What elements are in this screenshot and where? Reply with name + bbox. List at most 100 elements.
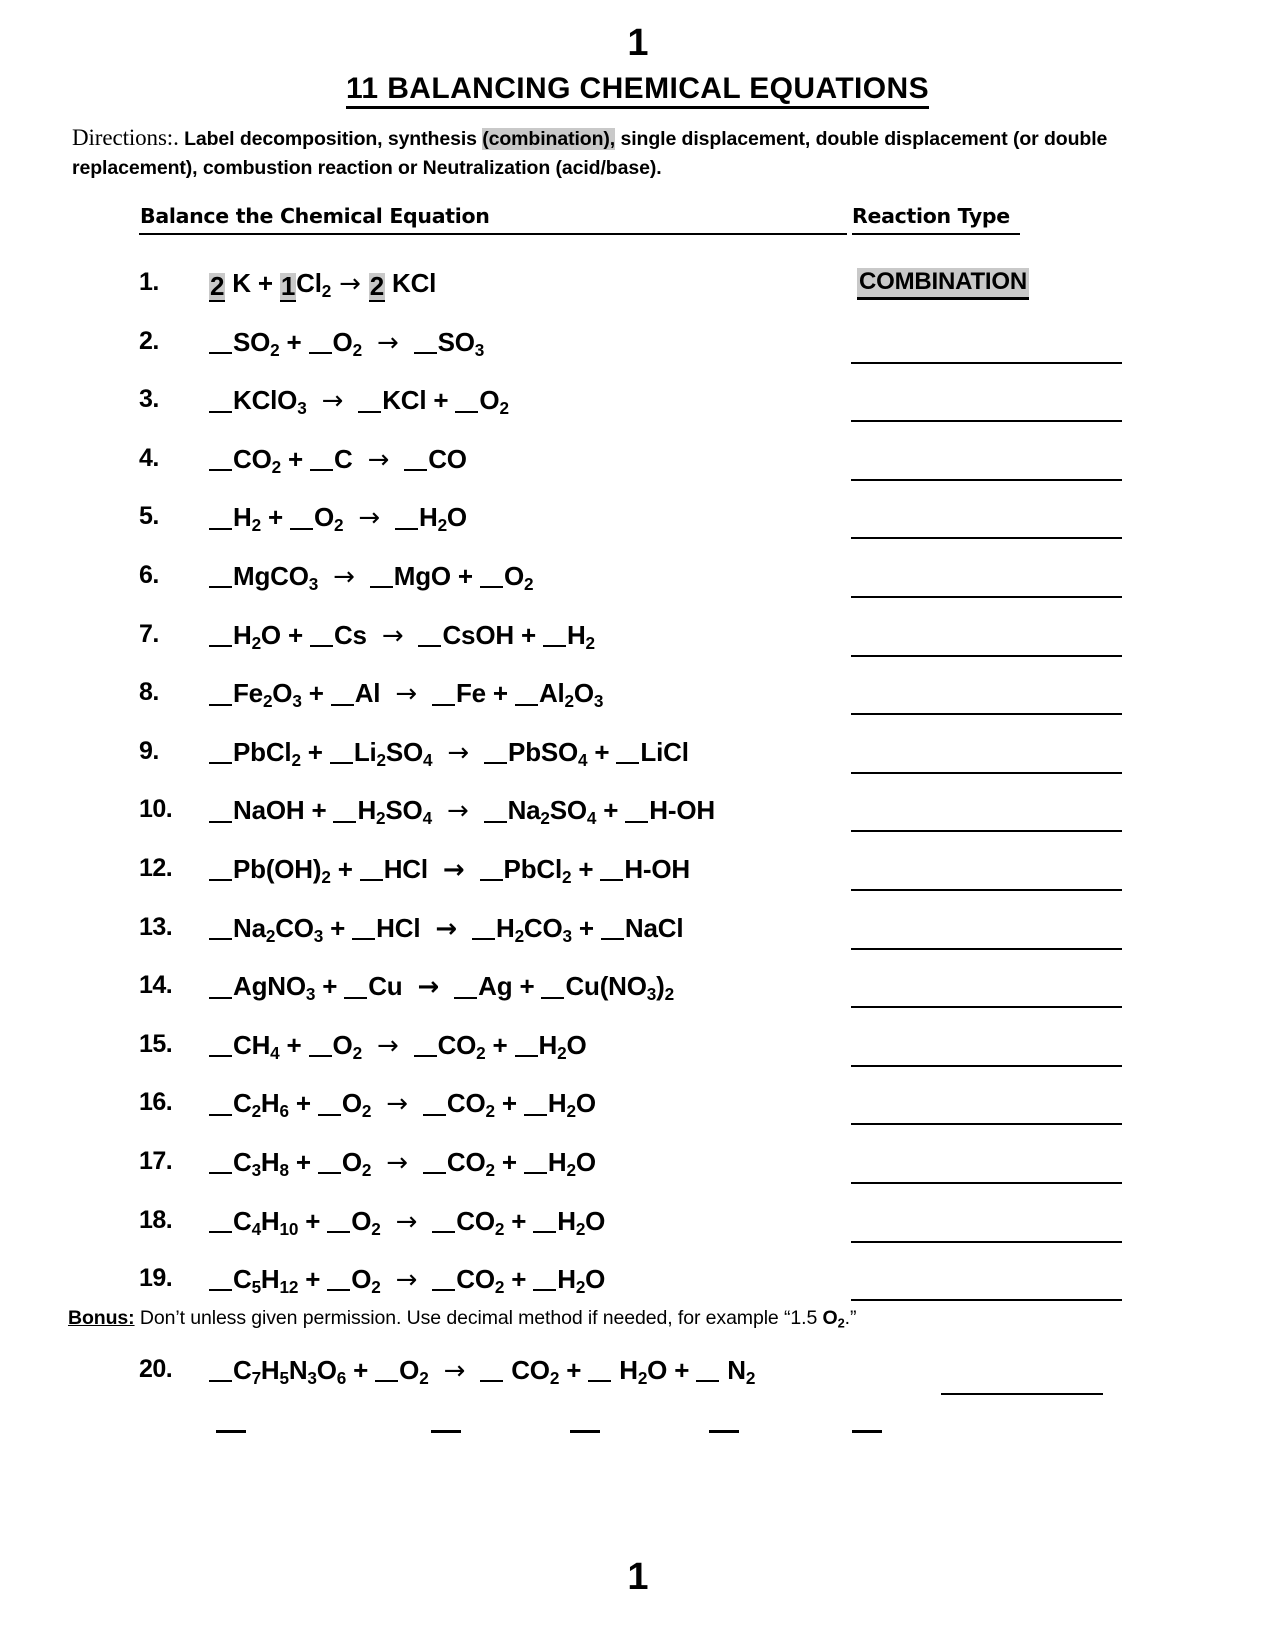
coefficient-blank[interactable] xyxy=(330,679,354,706)
coefficient-blank[interactable] xyxy=(479,855,503,882)
coefficient-blank[interactable] xyxy=(422,1089,446,1116)
reaction-type-answer-line[interactable] xyxy=(851,1181,1122,1184)
coefficient-blank[interactable] xyxy=(209,1206,232,1233)
reaction-type-answer-line[interactable] xyxy=(851,771,1122,774)
coefficient-blank[interactable] xyxy=(541,972,565,999)
coefficient-blank[interactable] xyxy=(209,1356,232,1383)
equation-body-20[interactable]: C7H5N3O6 + O2 → CO2 + H2O + N2 xyxy=(209,1355,755,1389)
coefficient-blank-filled[interactable]: 1 xyxy=(279,273,297,302)
coefficient-blank[interactable] xyxy=(209,738,232,765)
coefficient-blank[interactable] xyxy=(333,796,357,823)
reaction-type-answer-line[interactable] xyxy=(851,420,1122,423)
equation-body[interactable]: MgCO3 → MgO + O2 xyxy=(209,561,534,595)
reaction-type-answer-line[interactable] xyxy=(851,713,1122,716)
coefficient-blank[interactable] xyxy=(533,1265,557,1292)
equation-body[interactable]: 2 K + 1Cl2 → 2 KCl xyxy=(209,268,436,302)
coefficient-blank[interactable] xyxy=(600,855,624,882)
coefficient-blank[interactable] xyxy=(209,1148,232,1175)
reaction-type-answer-line[interactable] xyxy=(851,1299,1122,1302)
coefficient-blank[interactable] xyxy=(533,1206,557,1233)
coefficient-blank[interactable] xyxy=(369,562,393,589)
equation-body[interactable]: NaOH + H2SO4 → Na2SO4 + H-OH xyxy=(209,795,715,829)
coefficient-blank[interactable] xyxy=(472,913,495,940)
coefficient-blank[interactable] xyxy=(209,1031,232,1058)
reaction-type-answer-line[interactable] xyxy=(851,478,1122,481)
coefficient-blank[interactable] xyxy=(209,1265,232,1292)
coefficient-blank[interactable] xyxy=(514,679,538,706)
coefficient-blank[interactable] xyxy=(209,386,232,413)
coefficient-blank-filled[interactable]: 2 xyxy=(368,273,385,302)
coefficient-blank[interactable] xyxy=(209,562,232,589)
coefficient-blank[interactable] xyxy=(413,328,437,354)
reaction-type-answer-line[interactable] xyxy=(851,537,1122,540)
equation-body[interactable]: C5H12 + O2 → CO2 + H2O xyxy=(209,1264,605,1298)
reaction-type-answer-line[interactable] xyxy=(851,888,1122,891)
coefficient-blank[interactable] xyxy=(309,621,333,647)
equation-body[interactable]: PbCl2 + Li2SO4 → PbSO4 + LiCl xyxy=(209,737,689,771)
coefficient-blank[interactable] xyxy=(709,1430,739,1433)
coefficient-blank[interactable] xyxy=(542,621,566,647)
coefficient-blank[interactable] xyxy=(418,621,442,647)
coefficient-blank[interactable] xyxy=(523,1148,547,1175)
coefficient-blank[interactable] xyxy=(209,621,232,647)
coefficient-blank[interactable] xyxy=(359,855,383,882)
reaction-type-answer-line[interactable] xyxy=(851,361,1122,364)
coefficient-blank[interactable] xyxy=(209,796,232,823)
coefficient-blank[interactable] xyxy=(209,972,232,999)
coefficient-blank[interactable] xyxy=(327,1206,351,1233)
coefficient-blank[interactable] xyxy=(209,503,232,530)
coefficient-blank[interactable] xyxy=(432,1265,456,1292)
coefficient-blank[interactable] xyxy=(570,1430,600,1433)
coefficient-blank[interactable] xyxy=(308,328,332,354)
coefficient-blank[interactable] xyxy=(625,796,649,823)
coefficient-blank[interactable] xyxy=(309,445,333,472)
coefficient-blank[interactable] xyxy=(413,1031,437,1058)
coefficient-blank[interactable] xyxy=(289,503,313,530)
coefficient-blank[interactable] xyxy=(588,1356,612,1383)
coefficient-blank[interactable] xyxy=(344,972,368,999)
equation-body[interactable]: C2H6 + O2 → CO2 + H2O xyxy=(209,1088,596,1122)
coefficient-blank[interactable] xyxy=(317,1089,341,1116)
coefficient-blank[interactable] xyxy=(455,386,479,413)
coefficient-blank[interactable] xyxy=(317,1148,341,1175)
equation-body[interactable]: KClO3 → KCl + O2 xyxy=(209,385,509,419)
coefficient-blank[interactable] xyxy=(479,562,503,589)
coefficient-blank[interactable] xyxy=(454,972,478,999)
coefficient-blank[interactable] xyxy=(308,1031,332,1058)
coefficient-blank[interactable] xyxy=(432,1206,456,1233)
reaction-type-answer[interactable]: COMBINATION xyxy=(857,268,1030,300)
equation-body[interactable]: AgNO3 + Cu → Ag + Cu(NO3)2 xyxy=(209,971,674,1005)
coefficient-blank[interactable] xyxy=(431,1430,461,1433)
coefficient-blank[interactable] xyxy=(404,445,428,472)
coefficient-blank[interactable] xyxy=(216,1430,246,1433)
coefficient-blank[interactable] xyxy=(852,1430,882,1433)
equation-body[interactable]: Na2CO3 + HCl → H2CO3 + NaCl xyxy=(209,913,684,947)
equation-body[interactable]: C3H8 + O2 → CO2 + H2O xyxy=(209,1147,596,1181)
reaction-type-answer-line[interactable] xyxy=(851,947,1122,950)
equation-body[interactable]: CH4 + O2 → CO2 + H2O xyxy=(209,1030,587,1064)
coefficient-blank[interactable] xyxy=(209,328,232,354)
equation-body[interactable]: H2O + Cs → CsOH + H2 xyxy=(209,620,595,654)
coefficient-blank[interactable] xyxy=(480,1356,504,1383)
equation-body[interactable]: SO2 + O2 → SO3 xyxy=(209,327,484,361)
coefficient-blank-filled[interactable]: 2 xyxy=(209,273,226,302)
coefficient-blank[interactable] xyxy=(329,738,353,765)
coefficient-blank[interactable] xyxy=(209,1089,232,1116)
coefficient-blank[interactable] xyxy=(616,738,640,765)
reaction-type-answer-line[interactable] xyxy=(851,595,1122,598)
coefficient-blank[interactable] xyxy=(431,679,455,706)
equation-body[interactable]: Fe2O3 + Al → Fe + Al2O3 xyxy=(209,678,603,712)
coefficient-blank[interactable] xyxy=(352,913,376,940)
reaction-type-answer-line[interactable] xyxy=(851,830,1122,833)
coefficient-blank[interactable] xyxy=(209,679,232,706)
coefficient-blank[interactable] xyxy=(483,796,507,823)
answer-line-20[interactable] xyxy=(941,1393,1103,1395)
equation-body[interactable]: Pb(OH)2 + HCl → PbCl2 + H-OH xyxy=(209,854,690,888)
equation-body[interactable]: H2 + O2 → H2O xyxy=(209,502,467,536)
coefficient-blank[interactable] xyxy=(514,1031,538,1058)
reaction-type-answer-line[interactable] xyxy=(851,654,1122,657)
coefficient-blank[interactable] xyxy=(523,1089,547,1116)
equation-body[interactable]: CO2 + C → CO xyxy=(209,444,467,478)
coefficient-blank[interactable] xyxy=(484,738,508,765)
coefficient-blank[interactable] xyxy=(394,503,418,530)
